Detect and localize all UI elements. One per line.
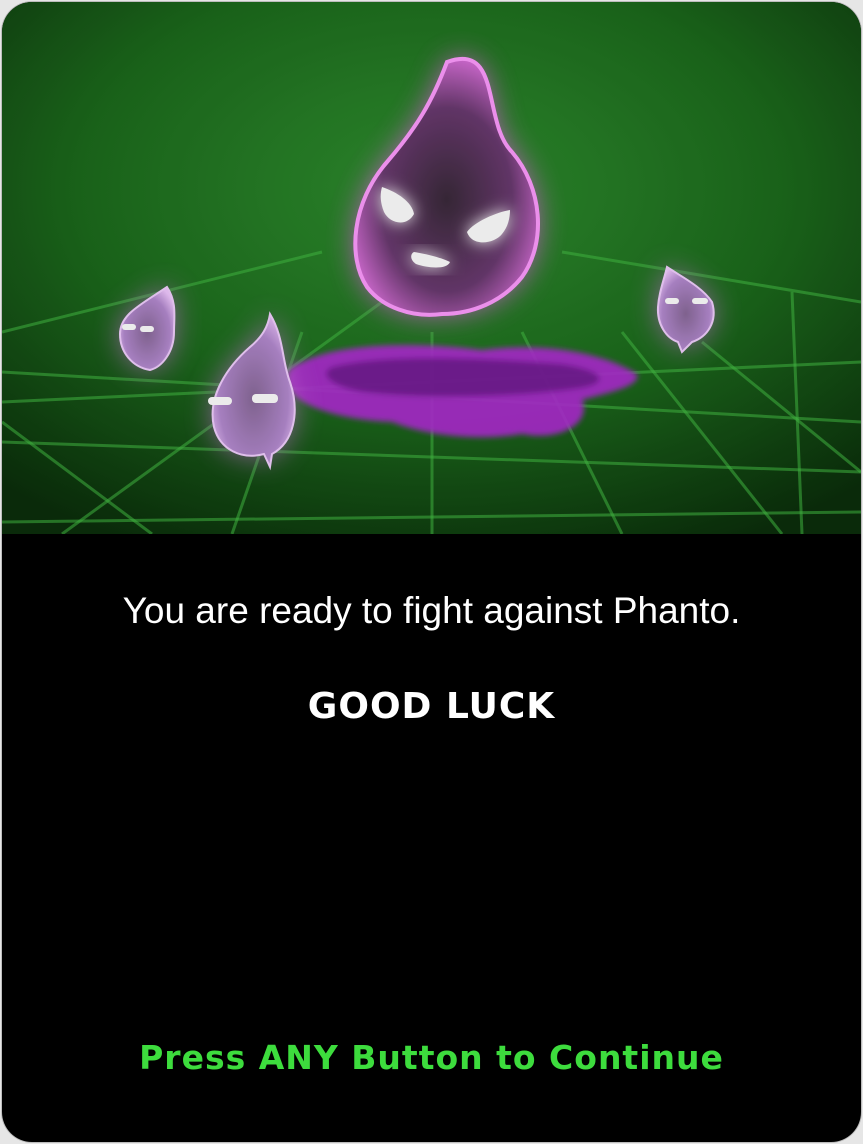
phanto-illustration [2,2,861,534]
continue-prompt[interactable]: Press ANY Button to Continue [2,1036,861,1080]
dialog-heading: GOOD LUCK [307,686,556,727]
scanline-overlay [2,2,861,534]
dialog-message: You are ready to fight against Phanto. [122,590,741,631]
game-dialog-card[interactable]: You are ready to fight against Phanto. G… [2,2,861,1142]
